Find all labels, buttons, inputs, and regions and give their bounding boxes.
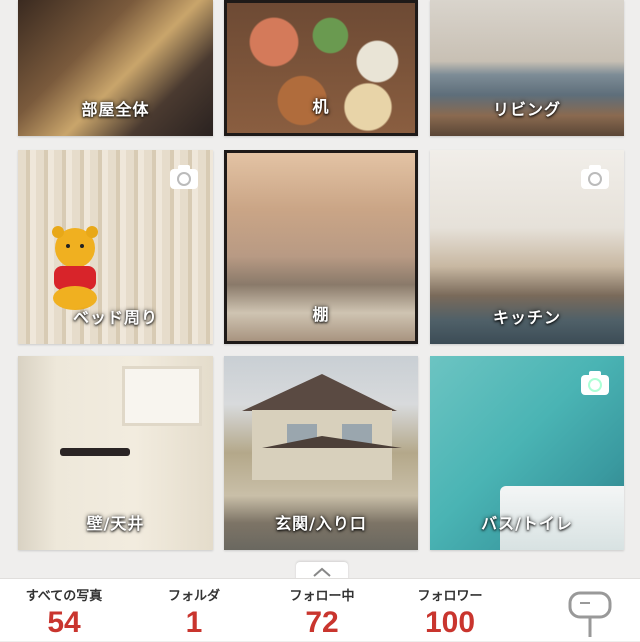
folder-tile-kitchen[interactable]: キッチン xyxy=(430,150,624,344)
folder-tile-bath[interactable]: バス/トイレ xyxy=(430,356,624,550)
folder-label: リビング xyxy=(492,100,561,119)
folder-tile-entrance[interactable]: 玄関/入り口 xyxy=(224,356,418,550)
stat-label: フォロワー xyxy=(417,589,483,604)
folder-label: 壁/天井 xyxy=(86,514,145,533)
folder-label: 玄関/入り口 xyxy=(275,514,367,533)
stat-value: 1 xyxy=(185,606,203,639)
folder-label: バス/トイレ xyxy=(481,514,573,533)
house-illustration xyxy=(242,374,402,480)
stat-value: 54 xyxy=(47,606,81,639)
folder-tile-room[interactable]: 部屋全体 xyxy=(18,0,213,136)
folder-grid: 部屋全体 机 リビング ベッド周り 棚 キッチン 壁/天井 玄関/入り口 バス/… xyxy=(0,0,640,560)
folder-tile-desk[interactable]: 机 xyxy=(224,0,418,136)
folder-tile-shelf[interactable]: 棚 xyxy=(224,150,418,344)
folder-tile-bed[interactable]: ベッド周り xyxy=(18,150,213,344)
stat-all-photos[interactable]: すべての写真 54 xyxy=(4,585,124,642)
stat-following[interactable]: フォロー中 72 xyxy=(262,585,382,642)
profile-stats-bar: すべての写真 54 フォルダ 1 フォロー中 72 フォロワー 100 xyxy=(0,578,640,641)
stat-followers[interactable]: フォロワー 100 xyxy=(390,585,510,642)
camera-icon xyxy=(581,165,609,189)
camera-icon xyxy=(581,371,609,395)
stat-label: フォロー中 xyxy=(289,589,355,604)
stat-folders[interactable]: フォルダ 1 xyxy=(134,585,254,642)
folder-label: 棚 xyxy=(312,305,330,324)
folder-label: 部屋全体 xyxy=(81,100,150,119)
stat-value: 100 xyxy=(424,606,476,639)
winnie-pooh-plush xyxy=(52,226,98,310)
stat-label: フォルダ xyxy=(167,589,220,604)
folder-label: 机 xyxy=(312,97,330,116)
folder-label: ベッド周り xyxy=(72,308,158,327)
stat-label: すべての写真 xyxy=(25,589,103,604)
folder-label: キッチン xyxy=(492,308,561,327)
folder-tile-wall[interactable]: 壁/天井 xyxy=(18,356,213,550)
door-handle xyxy=(60,448,130,456)
mailbox-icon[interactable] xyxy=(566,585,616,637)
door-window xyxy=(122,366,202,426)
folder-tile-living[interactable]: リビング xyxy=(430,0,624,136)
camera-icon xyxy=(170,165,198,189)
stat-value: 72 xyxy=(305,606,339,639)
